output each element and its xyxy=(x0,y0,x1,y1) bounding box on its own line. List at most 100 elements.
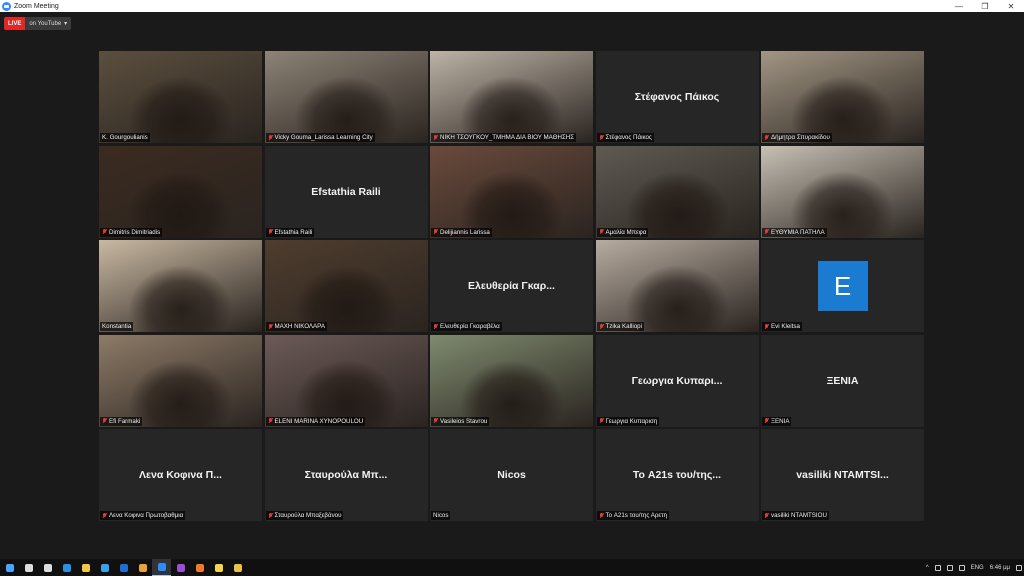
participant-tile[interactable]: E Evi Kleitsa xyxy=(761,240,924,332)
participant-video xyxy=(99,51,262,143)
taskbar-button[interactable] xyxy=(0,559,19,576)
participant-name-label: ΕΥΘΥΜΙΑ ΠΑΤΗΛΑ xyxy=(762,227,827,237)
participant-name: Tzika Kalliopi xyxy=(605,323,642,330)
participant-name-label: Vicky Gouma_Larissa Learning City xyxy=(265,133,375,142)
meeting-view: LIVE on YouTube ▾ K. Gourgoulianis Vicky … xyxy=(0,12,1024,559)
participant-tile[interactable]: Delijiannis Larissa xyxy=(430,145,593,238)
participant-name-label: Δήμητρα Σπυρακίδου xyxy=(762,133,832,142)
participant-name-label: Αμαλία Μπεφα xyxy=(596,227,649,237)
participant-tile[interactable]: vasiliki NTAMTSI... vasiliki NTAMTSIOU xyxy=(761,429,924,521)
participant-display-name: Λενα Κοφινα Π... xyxy=(139,469,222,481)
participant-video xyxy=(595,145,759,238)
participant-tile[interactable]: Tzika Kalliopi xyxy=(595,240,759,332)
participant-tile[interactable]: Efi Farmaki xyxy=(99,334,262,427)
window-titlebar: Zoom Meeting — ❐ ✕ xyxy=(0,0,1024,12)
participant-display-name: Ελευθερία Γκαρ... xyxy=(468,280,555,292)
ie-icon xyxy=(100,563,109,572)
notifications-icon[interactable] xyxy=(1016,564,1022,571)
language-indicator[interactable]: ENG xyxy=(971,565,984,571)
participant-name: ΝΙΚΗ ΤΣΟΥΓΚΟΥ_ΤΜΗΜΑ ΔΙΑ ΒΙΟΥ ΜΑΘΗΣΗΣ xyxy=(440,134,575,141)
participant-tile[interactable]: Σταυρούλα Μπ... Σταυρούλα Μπαξεβάνου xyxy=(264,429,428,521)
participant-tile[interactable]: Λενα Κοφινα Π... Λενα Κοφινα Πρωτοβαθμια xyxy=(99,429,262,521)
firefox-icon xyxy=(195,563,204,572)
participant-video xyxy=(264,334,428,427)
participant-display-name: Efstathia Raili xyxy=(311,185,381,198)
participant-tile[interactable]: K. Gourgoulianis xyxy=(99,51,262,143)
participant-name: ΕΥΘΥΜΙΑ ΠΑΤΗΛΑ xyxy=(771,228,825,236)
participant-display-name: Nicos xyxy=(497,469,526,481)
taskbar-button[interactable] xyxy=(152,559,171,576)
mic-muted-icon xyxy=(433,229,438,235)
taskbar-button[interactable] xyxy=(171,559,190,576)
participant-video xyxy=(761,51,924,143)
mic-muted-icon xyxy=(433,134,438,141)
participant-tile[interactable]: Το A21s του/της... Το A21s του/της Αρετη xyxy=(595,429,759,521)
taskbar-button[interactable] xyxy=(95,559,114,576)
taskbar-button[interactable] xyxy=(228,559,247,576)
network-tray-icon[interactable] xyxy=(946,564,953,571)
participant-video xyxy=(264,51,428,143)
minimize-button[interactable]: — xyxy=(946,0,972,12)
taskbar-button[interactable] xyxy=(114,559,133,576)
clock[interactable]: 6:46 μμ xyxy=(990,565,1010,571)
taskbar-button[interactable] xyxy=(57,559,76,576)
taskbar-button[interactable] xyxy=(190,559,209,576)
participant-display-name: Το A21s του/της... xyxy=(632,469,722,481)
participant-name: Dimitris Dimitriadis xyxy=(109,228,161,236)
participant-name-label: ΝΙΚΗ ΤΣΟΥΓΚΟΥ_ΤΜΗΜΑ ΔΙΑ ΒΙΟΥ ΜΑΘΗΣΗΣ xyxy=(431,133,577,142)
window-controls: — ❐ ✕ xyxy=(946,0,1024,12)
participant-tile[interactable]: ΝΙΚΗ ΤΣΟΥΓΚΟΥ_ΤΜΗΜΑ ΔΙΑ ΒΙΟΥ ΜΑΘΗΣΗΣ xyxy=(430,51,593,143)
participant-tile[interactable]: ΕΥΘΥΜΙΑ ΠΑΤΗΛΑ xyxy=(761,145,924,238)
microphone-tray-icon[interactable] xyxy=(934,564,941,571)
taskbar-button[interactable] xyxy=(209,559,228,576)
live-stream-indicator[interactable]: LIVE on YouTube ▾ xyxy=(4,17,72,30)
close-button[interactable]: ✕ xyxy=(998,0,1024,12)
participant-name-label: Evi Kleitsa xyxy=(762,322,802,331)
mic-muted-icon xyxy=(599,512,604,519)
taskbar-button[interactable] xyxy=(38,559,57,576)
participant-name-label: Tzika Kalliopi xyxy=(596,322,644,331)
participant-video xyxy=(595,240,759,332)
participant-tile[interactable]: Αμαλία Μπεφα xyxy=(595,145,759,238)
participant-name-label: Λενα Κοφινα Πρωτοβαθμια xyxy=(100,511,186,520)
taskbar-button[interactable] xyxy=(19,559,38,576)
participant-display-name: ΞΕΝΙΑ xyxy=(826,374,859,387)
participant-name-label: K. Gourgoulianis xyxy=(100,133,150,142)
participant-name: Λενα Κοφινα Πρωτοβαθμια xyxy=(109,512,184,519)
participant-tile[interactable]: Vasileios Stavrou xyxy=(430,334,593,427)
live-destination[interactable]: on YouTube ▾ xyxy=(25,17,72,30)
mic-muted-icon xyxy=(599,323,604,330)
participant-name: Ελευθερία Γκαραβέλα xyxy=(440,323,500,330)
participant-name: Στέφανος Πάικος xyxy=(605,134,652,141)
participant-name-label: ΜΑΧΗ ΝΙΚΟΛΑΡΑ xyxy=(265,322,327,331)
restore-button[interactable]: ❐ xyxy=(972,0,998,12)
search-icon xyxy=(24,563,33,572)
tray-chevron-icon[interactable]: ^ xyxy=(926,565,929,571)
participant-tile[interactable]: Δήμητρα Σπυρακίδου xyxy=(761,51,924,143)
participant-tile[interactable]: Dimitris Dimitriadis xyxy=(99,145,262,238)
participant-tile[interactable]: Στέφανος Πάικος Στέφανος Πάικος xyxy=(595,51,759,143)
mic-muted-icon xyxy=(433,323,438,330)
participant-name: Efstathia Raili xyxy=(274,228,313,236)
taskbar-button[interactable] xyxy=(76,559,95,576)
participant-tile[interactable]: ΜΑΧΗ ΝΙΚΟΛΑΡΑ xyxy=(264,240,428,332)
participant-tile[interactable]: Konstantia xyxy=(99,240,262,332)
participant-tile[interactable]: Γεωργια Κυπαρι... Γεωργια Κυπαριση xyxy=(595,334,759,427)
live-badge[interactable]: LIVE xyxy=(4,17,26,30)
window-title: Zoom Meeting xyxy=(14,2,59,10)
participant-tile[interactable]: Ελευθερία Γκαρ... Ελευθερία Γκαραβέλα xyxy=(430,240,593,332)
participant-name: Nicos xyxy=(433,512,449,519)
participant-tile[interactable]: Nicos Nicos xyxy=(430,429,593,521)
mic-muted-icon xyxy=(268,512,273,519)
participant-name-label: Delijiannis Larissa xyxy=(431,227,492,237)
participant-tile[interactable]: Vicky Gouma_Larissa Learning City xyxy=(264,51,428,143)
taskbar-button[interactable] xyxy=(133,559,152,576)
participant-tile[interactable]: ΞΕΝΙΑ ΞΕΝΙΑ xyxy=(761,334,924,427)
mic-muted-icon xyxy=(764,323,769,330)
participant-name-label: Σταυρούλα Μπαξεβάνου xyxy=(265,511,344,520)
volume-tray-icon[interactable] xyxy=(958,564,965,571)
participant-tile[interactable]: ELENI MARINA XYNOPOULOU xyxy=(264,334,428,427)
mic-muted-icon xyxy=(102,229,107,235)
participant-name: ELENI MARINA XYNOPOULOU xyxy=(274,417,364,425)
participant-tile[interactable]: Efstathia Raili Efstathia Raili xyxy=(264,145,428,238)
